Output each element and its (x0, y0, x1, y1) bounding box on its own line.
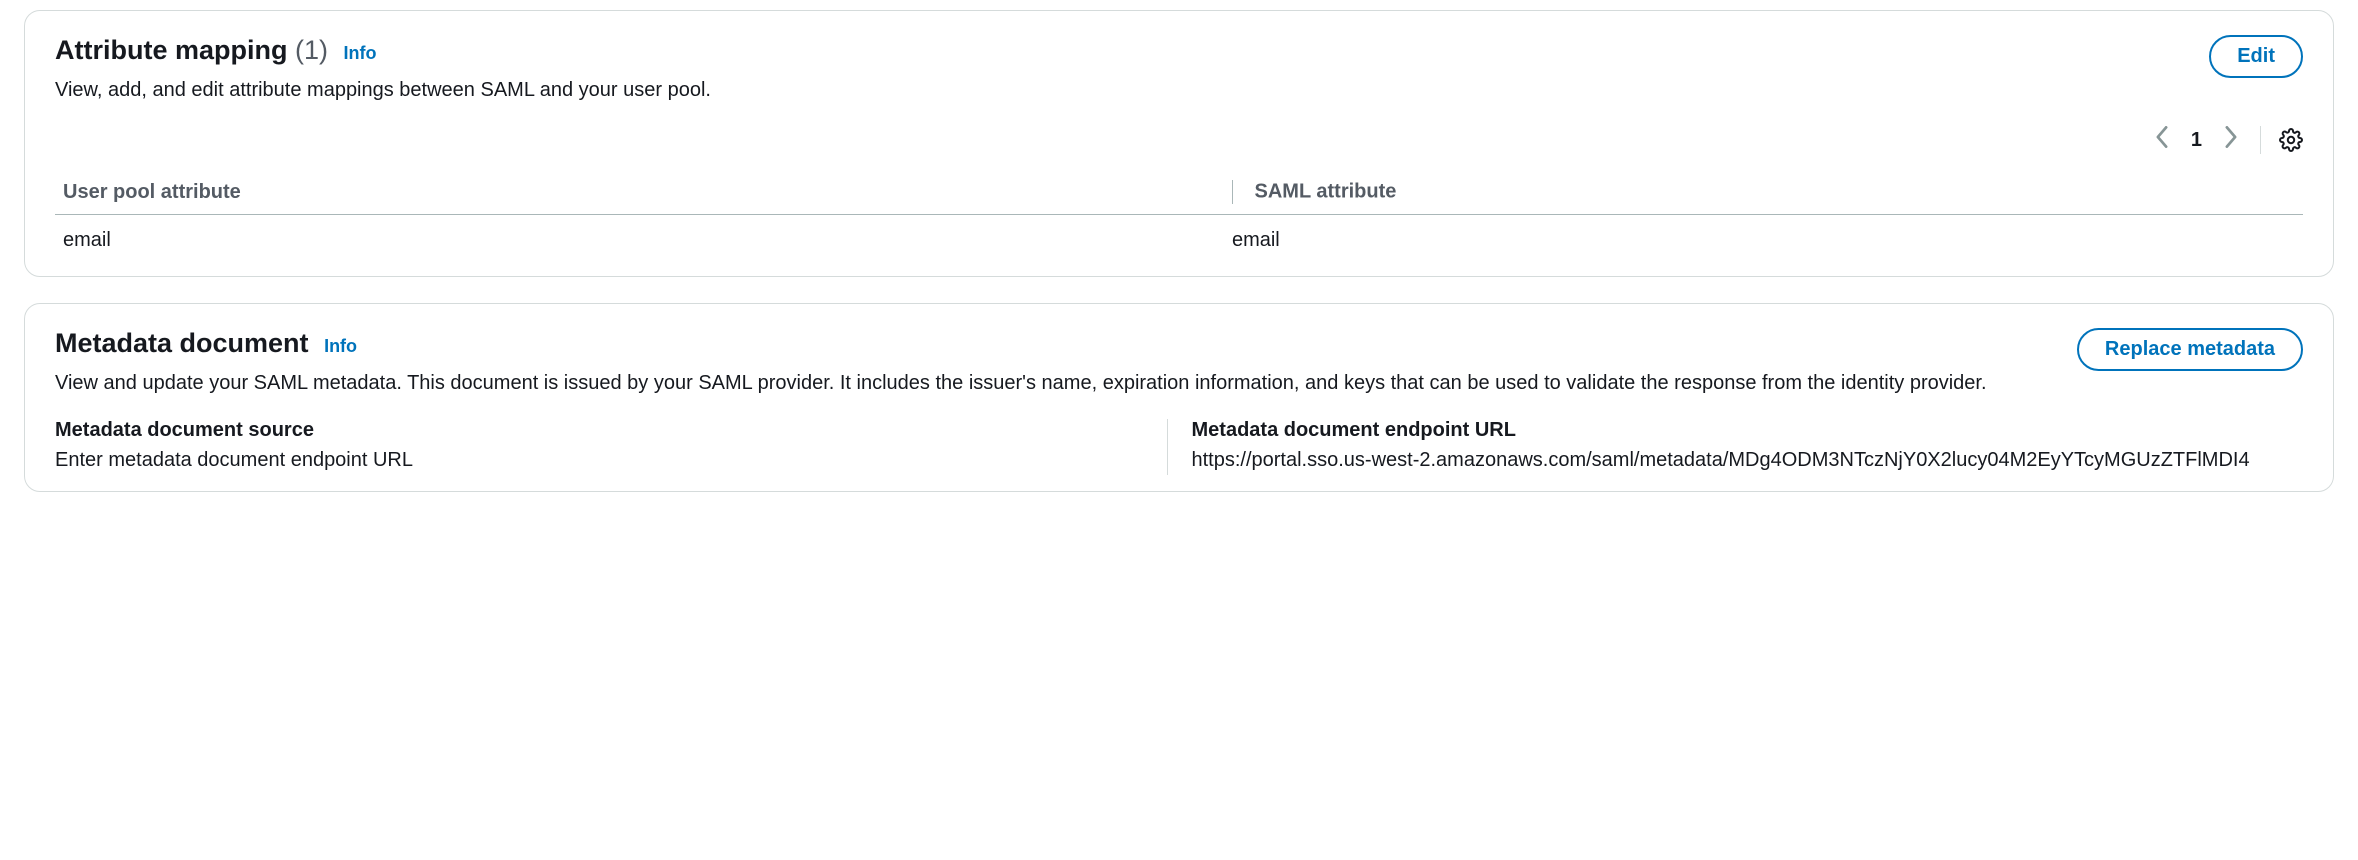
panel-header: Attribute mapping (1) Info View, add, an… (55, 35, 2303, 104)
table-row: email email (55, 215, 2303, 261)
title-count: (1) (295, 35, 328, 65)
paginator-divider (2260, 126, 2261, 154)
metadata-document-panel: Metadata document Info View and update y… (24, 303, 2334, 492)
next-page-icon[interactable] (2220, 122, 2242, 158)
page-number: 1 (2191, 129, 2202, 152)
paginator: 1 (55, 122, 2303, 158)
table-header-row: User pool attribute SAML attribute (55, 170, 2303, 215)
col-user-pool: User pool attribute (55, 170, 1224, 215)
replace-metadata-button[interactable]: Replace metadata (2077, 328, 2303, 371)
panel-header-left: Metadata document Info View and update y… (55, 328, 2077, 397)
info-link[interactable]: Info (344, 43, 377, 63)
metadata-endpoint-column: Metadata document endpoint URL https://p… (1167, 419, 2304, 475)
metadata-body: Metadata document source Enter metadata … (55, 419, 2303, 475)
info-link[interactable]: Info (324, 336, 357, 356)
metadata-endpoint-label: Metadata document endpoint URL (1192, 419, 2280, 442)
gear-icon[interactable] (2279, 128, 2303, 152)
metadata-source-value: Enter metadata document endpoint URL (55, 446, 1143, 475)
col-saml-label: SAML attribute (1255, 180, 1397, 202)
cell-user-pool: email (55, 215, 1224, 261)
title-text: Attribute mapping (55, 35, 287, 65)
col-saml: SAML attribute (1224, 170, 2303, 215)
metadata-source-column: Metadata document source Enter metadata … (55, 419, 1167, 475)
panel-description: View and update your SAML metadata. This… (55, 369, 2077, 397)
edit-button[interactable]: Edit (2209, 35, 2303, 78)
panel-title: Metadata document (55, 328, 316, 358)
attribute-mapping-table: User pool attribute SAML attribute email… (55, 170, 2303, 260)
panel-header: Metadata document Info View and update y… (55, 328, 2303, 397)
metadata-endpoint-value: https://portal.sso.us-west-2.amazonaws.c… (1192, 446, 2280, 475)
metadata-source-label: Metadata document source (55, 419, 1143, 442)
cell-saml: email (1224, 215, 2303, 261)
panel-title: Attribute mapping (1) (55, 35, 336, 65)
column-divider (1232, 180, 1233, 204)
attribute-mapping-panel: Attribute mapping (1) Info View, add, an… (24, 10, 2334, 277)
panel-description: View, add, and edit attribute mappings b… (55, 76, 2209, 104)
panel-header-left: Attribute mapping (1) Info View, add, an… (55, 35, 2209, 104)
title-text: Metadata document (55, 328, 309, 358)
prev-page-icon[interactable] (2151, 122, 2173, 158)
